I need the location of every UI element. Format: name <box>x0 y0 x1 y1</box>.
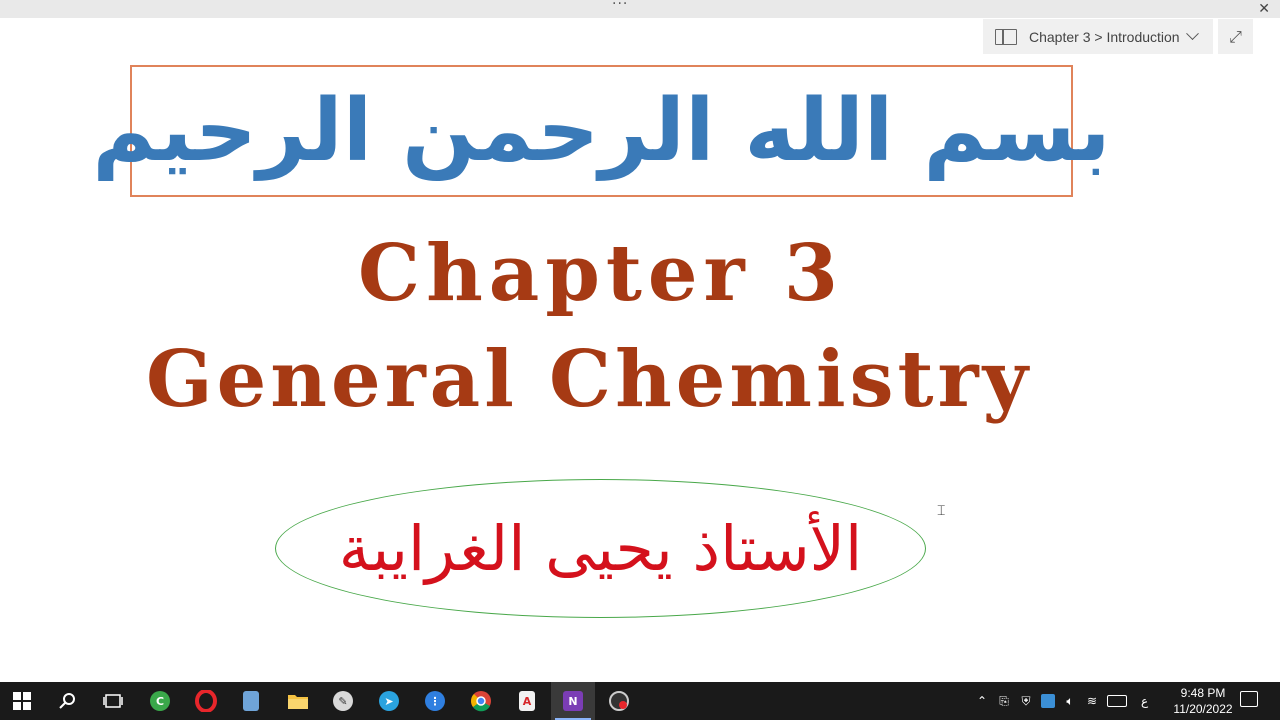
notepad-icon[interactable] <box>229 682 273 720</box>
search-icon[interactable] <box>46 682 90 720</box>
notification-icon[interactable] <box>1240 691 1258 707</box>
section-navigation[interactable]: Chapter 3 > Introduction <box>983 19 1213 54</box>
breadcrumb[interactable]: Chapter 3 > Introduction <box>1029 29 1180 45</box>
file-explorer-icon[interactable] <box>276 682 320 720</box>
window-top-bar: ··· ✕ <box>0 0 1280 18</box>
subject-title: General Chemistry <box>146 334 1032 425</box>
close-icon[interactable]: ✕ <box>1258 0 1270 18</box>
clock-time: 9:48 PM <box>1180 686 1226 700</box>
fullscreen-icon[interactable]: ⤢ <box>1218 19 1253 54</box>
language-indicator[interactable]: ع <box>1141 694 1148 708</box>
clock[interactable]: 9:48 PM 11/20/2022 <box>1168 685 1238 717</box>
chevron-up-icon[interactable]: ⌃ <box>975 694 989 708</box>
chrome-icon[interactable] <box>459 682 503 720</box>
more-options-icon[interactable]: ··· <box>612 0 628 12</box>
windows-start-icon[interactable] <box>0 682 44 720</box>
pdf-icon[interactable]: A <box>505 682 549 720</box>
basmala-box: بسم الله الرحمن الرحيم <box>92 65 1109 197</box>
volume-icon[interactable]: 🔈︎ <box>1063 694 1077 709</box>
shield-icon[interactable]: ⛨ <box>1019 694 1033 709</box>
clock-date: 11/20/2022 <box>1173 702 1233 716</box>
app-tray-icon[interactable] <box>1041 694 1055 708</box>
paint-icon[interactable]: ✎ <box>321 682 365 720</box>
chapter-title: Chapter 3 <box>358 228 845 319</box>
chevron-down-icon[interactable] <box>1185 27 1199 41</box>
taskbar: C ✎ ➤ ⋮ A N ⌃ ⎘ ⛨ 🔈︎ ≋ ع 9:48 PM 11/20/2… <box>0 682 1280 720</box>
telegram-icon[interactable]: ➤ <box>367 682 411 720</box>
teacher-name: الأستاذ يحيى الغرايبة <box>338 512 863 585</box>
system-tray: ⌃ ⎘ ⛨ 🔈︎ ≋ ع <box>975 682 1148 720</box>
screen-recorder-icon[interactable] <box>597 682 641 720</box>
teacher-ellipse: الأستاذ يحيى الغرايبة <box>275 479 926 618</box>
keyboard-icon[interactable] <box>1107 695 1127 707</box>
basmala-text: بسم الله الرحمن الرحيم <box>92 81 1111 181</box>
text-cursor-icon: ⌶ <box>937 503 946 519</box>
app-icon[interactable]: ⋮ <box>413 682 457 720</box>
opera-icon[interactable] <box>184 682 228 720</box>
wifi-icon[interactable]: ≋ <box>1085 694 1099 708</box>
task-view-icon[interactable] <box>91 682 135 720</box>
network-device-icon[interactable]: ⎘ <box>997 694 1011 709</box>
onenote-icon[interactable]: N <box>551 682 595 720</box>
notebook-icon <box>995 28 1017 45</box>
codeblocks-icon[interactable]: C <box>138 682 182 720</box>
